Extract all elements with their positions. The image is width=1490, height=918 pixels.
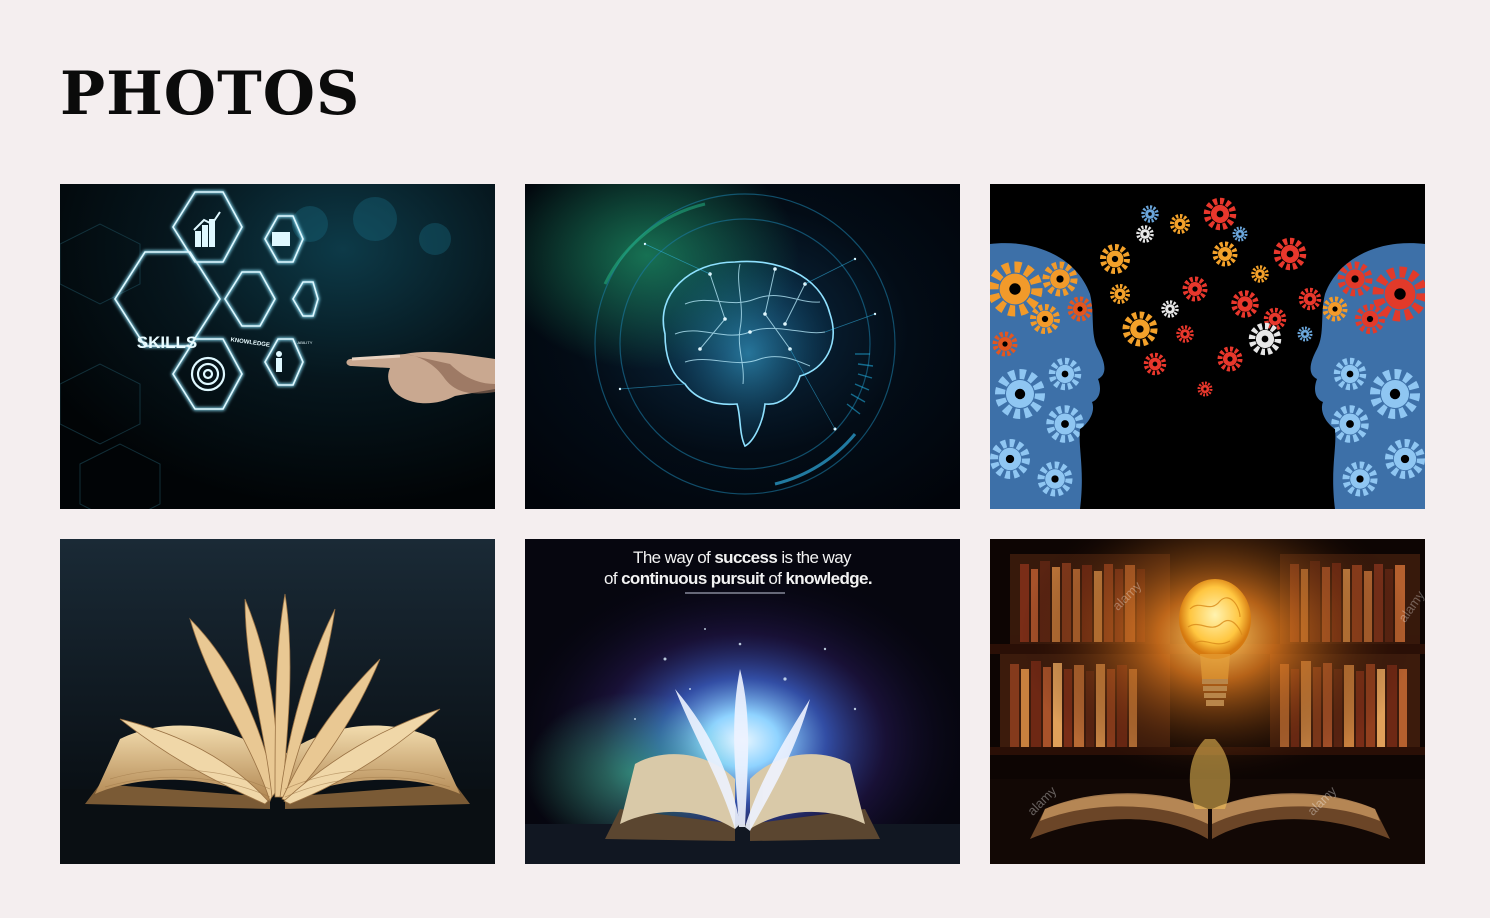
gear-heads-photo [990, 184, 1425, 509]
glowing-book-quote-photo: The way of success is the way of continu… [525, 539, 960, 864]
skills-hexagon-interface-photo: SKILLS KNOWLEDGE ABILITY [60, 184, 495, 509]
photo-quote[interactable]: The way of success is the way of continu… [525, 539, 960, 864]
photo-book[interactable] [60, 539, 495, 864]
page-title: PHOTOS [60, 59, 361, 129]
photo-brain[interactable] [525, 184, 960, 509]
photos-page: PHOTOS SKILLS KNOWLEDGE ABILITY The way … [0, 0, 1490, 918]
quote-line-1: The way of success is the way [633, 548, 852, 567]
ability-label: ABILITY [298, 340, 313, 345]
photo-grid: SKILLS KNOWLEDGE ABILITY The way of succ… [60, 184, 1425, 864]
photo-gears[interactable] [990, 184, 1425, 509]
digital-brain-photo [525, 184, 960, 509]
open-book-photo [60, 539, 495, 864]
quote-line-2: of continuous pursuit of knowledge. [604, 569, 872, 588]
lightbulb-library-photo: alamy alamy alamy alamy [990, 539, 1425, 864]
photo-skills[interactable]: SKILLS KNOWLEDGE ABILITY [60, 184, 495, 509]
quote-attribution-line [685, 592, 785, 594]
photo-bulb[interactable]: alamy alamy alamy alamy [990, 539, 1425, 864]
skills-label: SKILLS [137, 333, 197, 352]
